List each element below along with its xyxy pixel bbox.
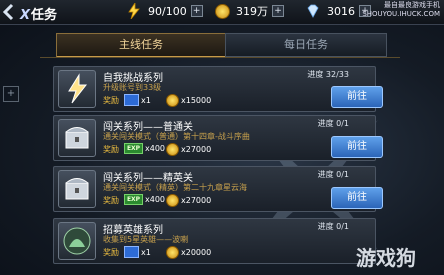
title-prefix: X <box>20 8 31 23</box>
reward-item-count: x1 <box>141 95 151 105</box>
reward-exp: EXP x400 <box>124 143 165 154</box>
side-plus-icon: + <box>3 86 19 102</box>
tab-divider <box>40 57 400 58</box>
treasure-chest-icon <box>58 170 96 208</box>
quest-description: 通关闯关模式（精英）第二十九章星云海 <box>103 183 247 192</box>
reward-exp: EXP x400 <box>124 194 165 205</box>
quest-progress: 进度 0/1 <box>317 222 349 231</box>
diamond-icon <box>307 4 319 18</box>
plus-icon[interactable]: + <box>272 5 284 17</box>
stamina-stat: 90/100 + <box>126 3 203 19</box>
go-button[interactable]: 前往 <box>331 86 383 108</box>
quest-description: 通关闯关模式（普通）第十四章-战斗序曲 <box>103 132 250 141</box>
coin-icon <box>166 246 179 259</box>
title-text: 任务 <box>31 8 58 23</box>
coin-icon <box>166 194 179 207</box>
watermark-line-1: 最自最良游戏手机 <box>384 1 440 9</box>
top-bar: X任务 90/100 + 319万 + 3016 + 最自最良游戏手机 SHOU… <box>0 0 444 25</box>
quest-row: 闯关系列——普通关 通关闯关模式（普通）第十四章-战斗序曲 奖励 EXP x40… <box>53 115 383 161</box>
blue-card-icon <box>124 94 139 106</box>
reward-exp-amount: x400 <box>145 144 166 153</box>
reward-item: x1 <box>124 246 151 258</box>
quest-description: 升级账号到33级 <box>103 83 162 92</box>
coin-icon <box>166 94 179 107</box>
treasure-chest-icon <box>58 119 96 157</box>
exp-icon: EXP <box>124 194 143 205</box>
back-arrow-icon[interactable] <box>2 3 16 21</box>
hero-portrait-icon <box>58 222 96 260</box>
diamond-stat: 3016 + <box>305 3 371 19</box>
reward-label: 奖励 <box>103 248 119 257</box>
lightning-icon <box>128 3 140 19</box>
gold-value: 319万 <box>236 5 268 18</box>
gold-stat: 319万 + <box>215 3 284 19</box>
bottom-watermark: 游戏狗 <box>356 246 416 270</box>
blue-card-icon <box>124 246 139 258</box>
watermark-line-2: SHOUYOU.IHUCK.COM <box>362 10 440 18</box>
coin-icon <box>215 3 230 19</box>
reward-gold: x27000 <box>166 143 211 156</box>
reward-gold-amount: x15000 <box>181 96 212 105</box>
reward-exp-amount: x400 <box>145 195 166 204</box>
coin-icon <box>166 143 179 156</box>
reward-label: 奖励 <box>103 145 119 154</box>
go-button[interactable]: 前往 <box>331 136 383 158</box>
quest-row: 闯关系列——精英关 通关闯关模式（精英）第二十九章星云海 奖励 EXP x400… <box>53 166 383 212</box>
stamina-value: 90/100 <box>148 4 187 18</box>
reward-label: 奖励 <box>103 196 119 205</box>
reward-item: x1 <box>124 94 151 106</box>
quest-row: 自我挑战系列 升级账号到33级 奖励 x1 x15000 进度 32/33 前往 <box>53 66 383 112</box>
top-watermark: 最自最良游戏手机 SHOUYOU.IHUCK.COM <box>362 1 440 19</box>
reward-item-count: x1 <box>141 247 151 257</box>
page-title: X任务 <box>20 4 57 23</box>
reward-gold: x27000 <box>166 194 211 207</box>
quest-progress: 进度 0/1 <box>317 170 349 179</box>
reward-gold-amount: x27000 <box>181 196 212 205</box>
reward-gold: x20000 <box>166 246 211 259</box>
reward-gold: x15000 <box>166 94 211 107</box>
diamond-value: 3016 <box>327 4 355 18</box>
go-button[interactable]: 前往 <box>331 187 383 209</box>
exp-icon: EXP <box>124 143 143 154</box>
quest-progress: 进度 32/33 <box>307 70 349 79</box>
quest-description: 收集到5星英雄——波喇 <box>103 235 189 244</box>
tab-daily-quests[interactable]: 每日任务 <box>225 33 387 57</box>
plus-icon[interactable]: + <box>190 5 203 17</box>
reward-gold-amount: x20000 <box>181 248 212 257</box>
lightning-quest-icon <box>58 70 96 108</box>
reward-gold-amount: x27000 <box>181 145 212 154</box>
quest-row: 招募英雄系列 收集到5星英雄——波喇 奖励 x1 x20000 进度 0/1 <box>53 218 376 264</box>
quest-progress: 进度 0/1 <box>317 119 349 128</box>
reward-label: 奖励 <box>103 96 119 105</box>
tab-main-quests[interactable]: 主线任务 <box>56 33 226 58</box>
